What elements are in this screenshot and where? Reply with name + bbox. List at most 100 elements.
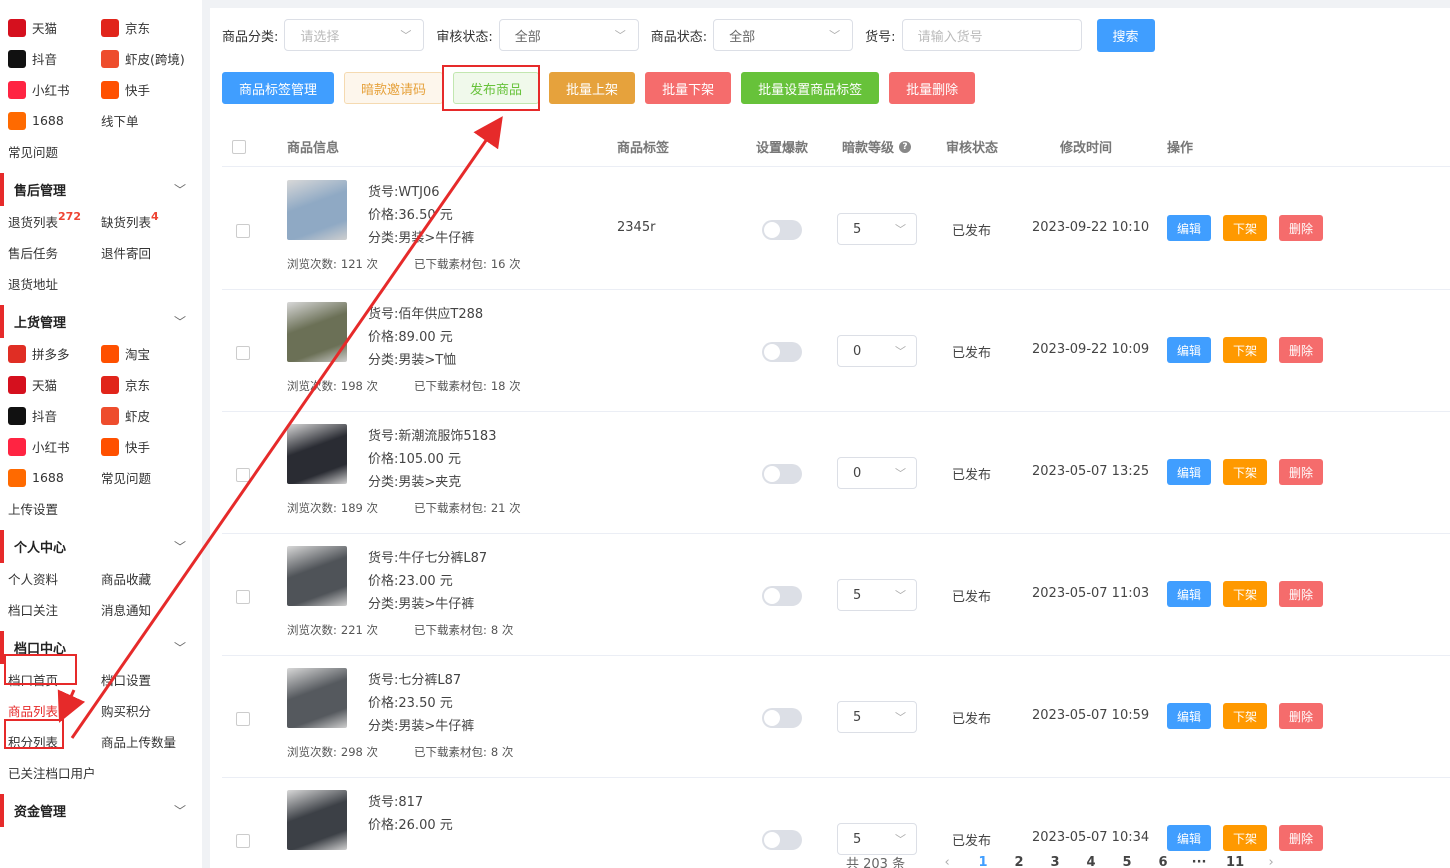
product-thumbnail[interactable] [287,302,347,362]
sidebar-item[interactable]: 商品上传数量 [101,726,201,757]
action-button[interactable]: 批量上架 [549,72,636,104]
edit-button[interactable]: 编辑 [1167,581,1211,607]
take-down-button[interactable]: 下架 [1223,825,1267,851]
product-thumbnail[interactable] [287,180,347,240]
delete-button[interactable]: 删除 [1279,215,1323,241]
sidebar-item[interactable]: 淘宝 [101,338,201,369]
product-status-select[interactable]: 全部 ﹀ [713,19,854,51]
sidebar-item[interactable]: 售后任务 [8,237,101,268]
sidebar-item[interactable]: 档口设置 [101,664,201,695]
sidebar-item[interactable]: 拼多多 [8,338,101,369]
select-all-checkbox[interactable] [232,139,246,154]
delete-button[interactable]: 删除 [1279,825,1323,851]
hot-toggle[interactable] [762,220,802,240]
sidebar-section-header[interactable]: 个人中心 ﹀ [0,530,202,563]
delete-button[interactable]: 删除 [1279,337,1323,363]
take-down-button[interactable]: 下架 [1223,581,1267,607]
action-button[interactable]: 暗款邀请码 [344,72,444,104]
sidebar-item[interactable]: 已关注档口用户 [8,757,101,788]
sidebar-item[interactable]: 退货地址 [8,268,101,299]
sidebar-item[interactable]: 退件寄回 [101,237,201,268]
page-number[interactable]: ··· [1181,855,1217,868]
hidden-level-select[interactable]: 5 ﹀ [837,701,917,733]
hidden-level-select[interactable]: 0 ﹀ [837,457,917,489]
help-icon[interactable]: ? [899,140,912,153]
review-status-select[interactable]: 全部 ﹀ [498,19,639,51]
hot-toggle[interactable] [762,464,802,484]
sidebar-item[interactable]: 退货列表 272 [8,206,101,237]
sidebar-item[interactable]: 个人资料 [8,563,101,594]
sidebar-item[interactable]: 虾皮 [101,400,201,431]
page-number[interactable]: 4 [1073,855,1109,868]
sidebar-item-faq[interactable]: 常见问题 [0,136,202,167]
row-checkbox[interactable] [236,834,250,848]
edit-button[interactable]: 编辑 [1167,337,1211,363]
hot-toggle[interactable] [762,586,802,606]
row-checkbox[interactable] [236,224,250,238]
edit-button[interactable]: 编辑 [1167,703,1211,729]
hidden-level-select[interactable]: 5 ﹀ [837,213,917,245]
sidebar-item[interactable]: 上传设置 [8,493,101,524]
hidden-level-select[interactable]: 5 ﹀ [837,579,917,611]
sidebar-item[interactable]: 档口关注 [8,594,101,625]
page-number[interactable]: 6 [1145,855,1181,868]
sidebar-item[interactable]: 缺货列表 4 [101,206,201,237]
sidebar-section-header[interactable]: 资金管理 ﹀ [0,794,202,827]
search-button[interactable]: 搜索 [1096,18,1155,52]
sidebar-item[interactable]: 商品收藏 [101,563,201,594]
hidden-level-select[interactable]: 0 ﹀ [837,335,917,367]
delete-button[interactable]: 删除 [1279,581,1323,607]
sidebar-item[interactable]: 京东 [101,369,201,400]
sidebar-item[interactable]: 购买积分 [101,695,201,726]
prev-page-icon[interactable]: ‹ [929,855,965,868]
sidebar-item[interactable]: 消息通知 [101,594,201,625]
action-button[interactable]: 批量删除 [889,72,976,104]
action-button[interactable]: 商品标签管理 [222,72,335,104]
row-checkbox[interactable] [236,712,250,726]
row-checkbox[interactable] [236,346,250,360]
page-number[interactable]: 2 [1001,855,1037,868]
take-down-button[interactable]: 下架 [1223,459,1267,485]
page-number[interactable]: 1 [965,855,1001,868]
sidebar-item[interactable]: 常见问题 [101,462,201,493]
sidebar-item[interactable]: 京东 [101,12,201,43]
sidebar-item[interactable]: 小红书 [8,431,101,462]
next-page-icon[interactable]: › [1253,855,1289,868]
delete-button[interactable]: 删除 [1279,703,1323,729]
edit-button[interactable]: 编辑 [1167,215,1211,241]
sidebar-section-header[interactable]: 售后管理 ﹀ [0,173,202,206]
sidebar-item[interactable]: 小红书 [8,74,101,105]
take-down-button[interactable]: 下架 [1223,703,1267,729]
delete-button[interactable]: 删除 [1279,459,1323,485]
sidebar-item[interactable]: 抖音 [8,400,101,431]
row-checkbox[interactable] [236,468,250,482]
take-down-button[interactable]: 下架 [1223,337,1267,363]
product-thumbnail[interactable] [287,668,347,728]
sidebar-item[interactable]: 虾皮(跨境) [101,43,201,74]
product-thumbnail[interactable] [287,424,347,484]
page-number[interactable]: 5 [1109,855,1145,868]
sidebar-item[interactable]: 1688 [8,462,101,493]
edit-button[interactable]: 编辑 [1167,459,1211,485]
action-button[interactable]: 批量下架 [645,72,732,104]
product-thumbnail[interactable] [287,546,347,606]
sidebar-item[interactable]: 天猫 [8,369,101,400]
page-number[interactable]: 11 [1217,855,1253,868]
sidebar-item[interactable]: 线下单 [101,105,201,136]
row-checkbox[interactable] [236,590,250,604]
category-select[interactable]: 请选择 ﹀ [284,19,425,51]
sidebar-item[interactable]: 快手 [101,431,201,462]
sidebar-item[interactable]: 抖音 [8,43,101,74]
action-button[interactable]: 批量设置商品标签 [741,72,880,104]
sidebar-section-header[interactable]: 上货管理 ﹀ [0,305,202,338]
sku-input[interactable]: 请输入货号 [901,19,1082,51]
hot-toggle[interactable] [762,708,802,728]
edit-button[interactable]: 编辑 [1167,825,1211,851]
product-thumbnail[interactable] [287,790,347,850]
sidebar-item[interactable]: 1688 [8,105,101,136]
hot-toggle[interactable] [762,830,802,850]
sidebar-item[interactable]: 快手 [101,74,201,105]
sidebar-item[interactable]: 天猫 [8,12,101,43]
take-down-button[interactable]: 下架 [1223,215,1267,241]
hidden-level-select[interactable]: 5 ﹀ [837,823,917,855]
